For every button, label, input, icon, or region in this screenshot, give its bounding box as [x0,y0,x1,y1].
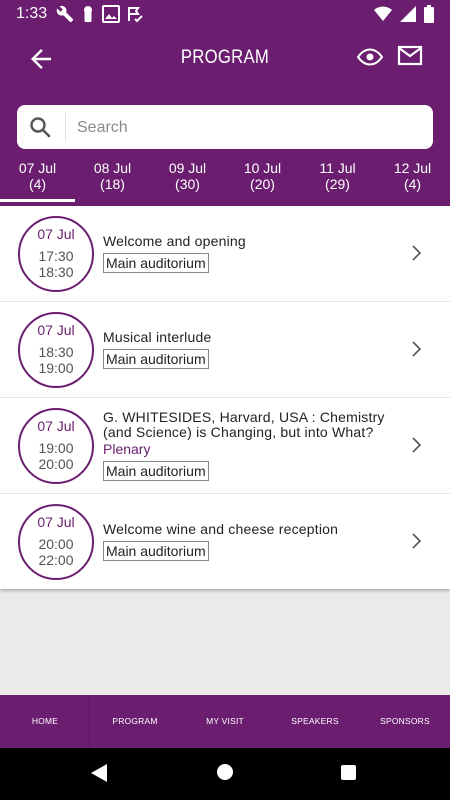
nav-program[interactable]: PROGRAM [90,695,180,748]
event-start: 19:00 [38,440,74,456]
tab-count: (30) [175,176,200,192]
chevron-right-icon [412,341,422,357]
wrench-icon [56,5,74,23]
keyhole-icon [84,6,92,22]
tab-08-jul[interactable]: 08 Jul (18) [75,159,150,206]
chevron-right-icon [412,437,422,453]
tab-date: 09 Jul [168,160,207,176]
event-time-circle: 07 Jul 18:30 19:00 [18,312,94,388]
tab-date: 08 Jul [93,160,132,176]
tab-date: 11 Jul [319,160,356,176]
event-row[interactable]: 07 Jul 17:30 18:30 Welcome and opening M… [0,206,450,302]
event-title: Musical interlude [103,329,212,345]
tab-10-jul[interactable]: 10 Jul (20) [225,159,300,206]
event-time-circle: 07 Jul 19:00 20:00 [18,408,94,484]
tab-date: 12 Jul [393,160,432,176]
event-date: 07 Jul [37,514,75,530]
event-start: 17:30 [38,248,74,264]
event-room: Main auditorium [103,349,209,369]
tab-date: 10 Jul [243,160,282,176]
system-recents-icon[interactable] [341,765,356,780]
chevron-right-icon [412,533,422,549]
tab-count: (4) [403,176,422,192]
search-icon [30,117,51,138]
image-icon [102,5,120,23]
event-row[interactable]: 07 Jul 20:00 22:00 Welcome wine and chee… [0,494,450,589]
eye-icon [356,48,384,66]
mail-icon [397,45,423,66]
event-info: Welcome wine and cheese reception Main a… [103,494,393,589]
event-row[interactable]: 07 Jul 18:30 19:00 Musical interlude Mai… [0,302,450,398]
status-left-icons [56,5,143,23]
event-title: Welcome and opening [103,233,246,249]
nav-speakers[interactable]: SPEAKERS [270,695,360,748]
event-start: 18:30 [38,344,74,360]
battery-icon [424,5,434,23]
event-title: G. WHITESIDES, Harvard, USA : Chemistry … [103,409,385,440]
mail-button[interactable] [397,44,425,70]
wifi-icon [374,6,392,21]
event-category: Plenary [103,441,151,457]
system-home-icon[interactable] [217,764,233,780]
tab-count: (18) [100,176,125,192]
event-info: Musical interlude Main auditorium [103,302,393,397]
event-date: 07 Jul [37,226,75,242]
tab-date: 07 Jul [18,160,57,176]
status-right-icons [374,5,434,23]
event-room: Main auditorium [103,541,209,561]
event-start: 20:00 [38,536,74,552]
search-divider [65,113,66,141]
event-end: 19:00 [38,360,74,376]
tab-09-jul[interactable]: 09 Jul (30) [150,159,225,206]
system-nav-bar [0,748,450,800]
search-box [17,105,433,149]
event-info: Welcome and opening Main auditorium [103,206,393,301]
event-end: 20:00 [38,456,74,472]
event-time-circle: 07 Jul 17:30 18:30 [18,216,94,292]
event-date: 07 Jul [37,418,75,434]
signal-icon [400,6,416,22]
app-bar: PROGRAM 07 Jul (4) 08 Jul (18) 09 Jul (3… [0,28,450,206]
event-end: 22:00 [38,552,74,568]
tab-count: (4) [28,176,47,192]
tab-count: (29) [325,176,350,192]
event-row[interactable]: 07 Jul 19:00 20:00 G. WHITESIDES, Harvar… [0,398,450,494]
nav-my-visit[interactable]: MY VISIT [180,695,270,748]
event-end: 18:30 [38,264,74,280]
flag-check-icon [128,7,143,23]
event-time-circle: 07 Jul 20:00 22:00 [18,504,94,580]
chevron-right-icon [412,245,422,261]
event-list: 07 Jul 17:30 18:30 Welcome and opening M… [0,206,450,589]
search-input[interactable] [75,111,419,145]
system-back-icon[interactable] [90,763,108,783]
eye-button[interactable] [356,45,384,69]
tab-11-jul[interactable]: 11 Jul (29) [300,159,375,206]
tab-12-jul[interactable]: 12 Jul (4) [375,159,450,206]
tab-07-jul[interactable]: 07 Jul (4) [0,159,75,206]
event-date: 07 Jul [37,322,75,338]
tab-count: (20) [250,176,275,192]
event-room: Main auditorium [103,253,209,273]
bottom-nav: HOME PROGRAM MY VISIT SPEAKERS SPONSORS [0,695,450,748]
event-info: G. WHITESIDES, Harvard, USA : Chemistry … [103,398,393,493]
status-bar: 1:33 [0,0,450,28]
status-time: 1:33 [16,5,48,22]
nav-sponsors[interactable]: SPONSORS [360,695,450,748]
event-title: Welcome wine and cheese reception [103,521,339,537]
nav-home[interactable]: HOME [0,695,90,748]
event-room: Main auditorium [103,461,209,481]
date-tabs: 07 Jul (4) 08 Jul (18) 09 Jul (30) 10 Ju… [0,159,450,206]
